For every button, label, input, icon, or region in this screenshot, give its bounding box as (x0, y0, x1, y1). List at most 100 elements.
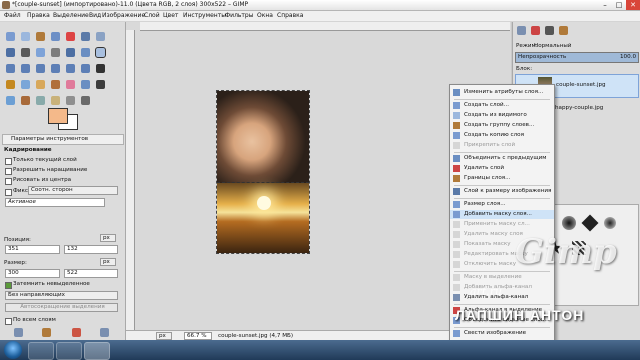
menu-file[interactable]: Файл (4, 12, 21, 19)
rect-select-icon[interactable] (6, 32, 15, 41)
delete-options-icon[interactable] (72, 328, 81, 337)
scale-icon[interactable] (21, 64, 30, 73)
dodge-burn-icon[interactable] (81, 96, 90, 105)
context-menu-item[interactable]: Добавить маску слоя... (450, 210, 554, 219)
clone-icon[interactable] (6, 96, 15, 105)
color-picker-icon[interactable] (21, 48, 30, 57)
context-menu-item[interactable]: Границы слоя... (450, 174, 554, 183)
fuzzy-select-icon[interactable] (51, 32, 60, 41)
eraser-icon[interactable] (66, 80, 75, 89)
cage-icon[interactable] (81, 64, 90, 73)
taskbar-explorer-icon[interactable] (28, 342, 54, 360)
ellipse-select-icon[interactable] (21, 32, 30, 41)
context-menu-item[interactable]: Создать слой... (450, 101, 554, 110)
shrink-merged-checkbox[interactable] (5, 318, 12, 325)
taskbar-gimp-icon[interactable] (84, 342, 110, 360)
undo-tab-icon[interactable] (559, 26, 568, 35)
context-menu-item[interactable]: Слой к размеру изображения (450, 187, 554, 196)
channels-tab-icon[interactable] (531, 26, 540, 35)
perspective-clone-icon[interactable] (36, 96, 45, 105)
opacity-slider[interactable]: Непрозрачность 100.0 (515, 52, 639, 63)
bucket-fill-icon[interactable] (6, 80, 15, 89)
context-menu-item[interactable]: Маску в выделение (450, 273, 554, 282)
close-button[interactable]: ✕ (626, 0, 640, 10)
paintbrush-icon[interactable] (51, 80, 60, 89)
context-menu-item[interactable]: Прикрепить слой (450, 141, 554, 150)
free-select-icon[interactable] (36, 32, 45, 41)
only-current-layer-checkbox[interactable] (5, 158, 12, 165)
context-menu-item[interactable]: Объединить с предыдущим (450, 154, 554, 163)
menu-view[interactable]: Вид (89, 12, 101, 19)
align-icon[interactable] (81, 48, 90, 57)
from-center-checkbox[interactable] (5, 178, 12, 185)
menu-tools[interactable]: Инструменты (183, 12, 226, 19)
context-menu-item[interactable]: Изменить атрибуты слоя... (450, 88, 554, 97)
ink-icon[interactable] (96, 80, 105, 89)
context-menu-item[interactable]: Удалить слой (450, 164, 554, 173)
guides-select[interactable]: Без направляющих (5, 291, 118, 300)
measure-icon[interactable] (51, 48, 60, 57)
image-canvas[interactable] (216, 90, 310, 254)
brush-icon[interactable] (581, 214, 599, 232)
restore-options-icon[interactable] (42, 328, 51, 337)
menu-layer[interactable]: Слой (144, 12, 160, 19)
position-x-field[interactable]: 351 (5, 245, 60, 254)
perspective-icon[interactable] (51, 64, 60, 73)
rotate-icon[interactable] (6, 64, 15, 73)
brush-icon[interactable] (604, 217, 616, 229)
smudge-icon[interactable] (66, 96, 75, 105)
fixed-checkbox[interactable] (5, 189, 12, 196)
zoom-icon[interactable] (36, 48, 45, 57)
position-unit-select[interactable]: px (100, 234, 116, 242)
brush-icon[interactable] (562, 216, 576, 230)
auto-shrink-button[interactable]: Автосокращение выделения (5, 303, 118, 312)
zoom-select[interactable]: 66.7 % (184, 332, 212, 340)
color-select-icon[interactable] (66, 32, 75, 41)
context-menu-item[interactable]: Размер слоя... (450, 200, 554, 209)
aspect-value-field[interactable]: Активное (5, 198, 105, 207)
context-menu-item[interactable]: Создать копию слоя (450, 131, 554, 140)
menu-help[interactable]: Справка (277, 12, 303, 19)
unit-select[interactable]: px (156, 332, 172, 340)
taskbar-browser-icon[interactable] (56, 342, 82, 360)
context-menu-item[interactable]: Свести изображение (450, 329, 554, 338)
tool-options-tab[interactable]: Параметры инструментов (2, 134, 124, 145)
menu-colors[interactable]: Цвет (163, 12, 178, 19)
paths-tab-icon[interactable] (545, 26, 554, 35)
foreground-color-swatch[interactable] (48, 108, 68, 124)
layers-tab-icon[interactable] (517, 26, 526, 35)
menu-filters[interactable]: Фильтры (225, 12, 253, 19)
shade-checkbox[interactable] (5, 282, 12, 289)
shear-icon[interactable] (36, 64, 45, 73)
menu-select[interactable]: Выделение (53, 12, 89, 19)
layer-name[interactable]: happy-couple.jpg (555, 105, 603, 111)
layer-name[interactable]: couple-sunset.jpg (556, 82, 606, 88)
menu-image[interactable]: Изображение (102, 12, 145, 19)
fixed-mode-select[interactable]: Соотн. сторон (28, 186, 118, 195)
blur-icon[interactable] (51, 96, 60, 105)
paths-icon[interactable] (6, 48, 15, 57)
move-icon[interactable] (66, 48, 75, 57)
blend-icon[interactable] (21, 80, 30, 89)
heal-icon[interactable] (21, 96, 30, 105)
mode-select[interactable]: Нормальный (534, 43, 571, 49)
save-options-icon[interactable] (14, 328, 23, 337)
context-menu-item[interactable]: Создать группу слоев... (450, 121, 554, 130)
start-button-icon[interactable] (4, 341, 22, 359)
menu-edit[interactable]: Правка (27, 12, 50, 19)
position-y-field[interactable]: 132 (64, 245, 118, 254)
size-height-field[interactable]: 522 (64, 269, 118, 278)
flip-icon[interactable] (66, 64, 75, 73)
crop-icon[interactable] (95, 47, 106, 58)
context-menu-item[interactable]: Создать из видимого (450, 111, 554, 120)
menu-windows[interactable]: Окна (257, 12, 273, 19)
size-width-field[interactable]: 300 (5, 269, 60, 278)
reset-options-icon[interactable] (100, 328, 109, 337)
text-icon[interactable] (96, 64, 105, 73)
minimize-button[interactable]: – (598, 0, 612, 10)
context-menu-item[interactable]: Применить маску сл... (450, 220, 554, 229)
airbrush-icon[interactable] (81, 80, 90, 89)
foreground-select-icon[interactable] (96, 32, 105, 41)
maximize-button[interactable]: □ (612, 0, 626, 10)
allow-grow-checkbox[interactable] (5, 168, 12, 175)
